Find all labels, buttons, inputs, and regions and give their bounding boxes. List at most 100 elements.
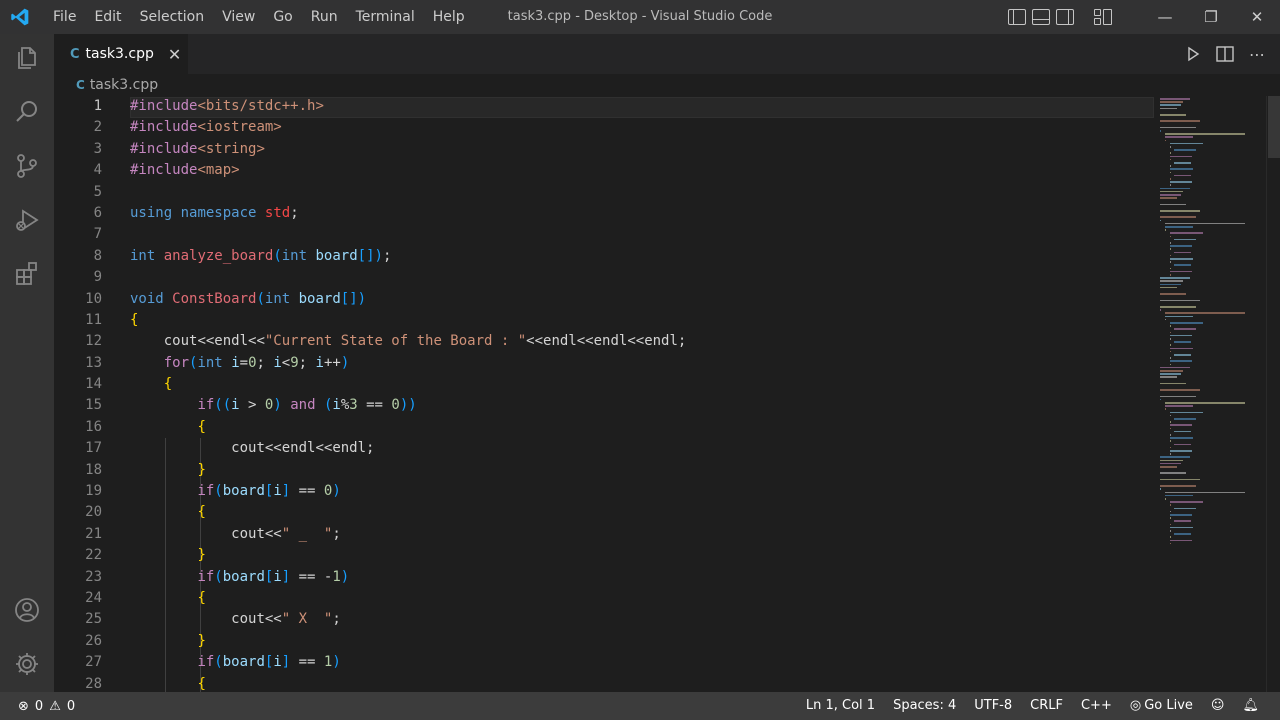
source-control-icon[interactable] (13, 152, 41, 180)
toggle-panel-icon[interactable] (1032, 9, 1050, 25)
minimap-line (1160, 210, 1201, 212)
code-line[interactable] (130, 224, 1160, 245)
code-line[interactable]: if(board[i] == -1) (130, 567, 1160, 588)
minimap-line (1160, 456, 1190, 458)
code-line[interactable]: cout<<" _ "; (130, 524, 1160, 545)
problems-indicator[interactable]: ⊗ 0 ⚠ 0 (0, 699, 75, 714)
code-line[interactable]: cout<<" X "; (130, 609, 1160, 630)
code-line[interactable]: } (130, 545, 1160, 566)
line-number: 2 (93, 119, 102, 136)
minimap-line (1160, 286, 1177, 289)
line-number: 19 (85, 483, 102, 500)
code-line[interactable]: { (130, 310, 1160, 331)
code-line[interactable]: int analyze_board(int board[]); (130, 246, 1160, 267)
vertical-scrollbar[interactable] (1266, 96, 1280, 692)
files-icon[interactable] (13, 44, 41, 72)
minimap-line (1169, 350, 1171, 353)
code-line[interactable]: } (130, 460, 1160, 481)
cpp-file-icon: C (70, 46, 80, 62)
code-line[interactable]: if((i > 0) and (i%3 == 0)) (130, 395, 1160, 416)
code-line[interactable]: { (130, 374, 1160, 395)
extensions-icon[interactable] (13, 260, 41, 288)
code-line[interactable]: } (130, 631, 1160, 652)
restore-icon[interactable]: ❐ (1188, 0, 1234, 34)
more-actions-icon[interactable]: ⋯ (1248, 45, 1266, 64)
code-line[interactable]: if(board[i] == 1) (130, 652, 1160, 673)
code-line[interactable]: { (130, 417, 1160, 438)
close-icon[interactable]: ✕ (168, 45, 181, 64)
code-line[interactable] (130, 182, 1160, 203)
code-line[interactable]: { (130, 588, 1160, 609)
cursor-position[interactable]: Ln 1, Col 1 (797, 692, 884, 720)
code-line[interactable]: { (130, 502, 1160, 523)
encoding[interactable]: UTF-8 (965, 692, 1021, 720)
menu-terminal[interactable]: Terminal (347, 0, 424, 34)
code-line[interactable]: #include<bits/stdc++.h> (130, 96, 1160, 117)
code-line[interactable] (130, 267, 1160, 288)
minimap-line (1160, 197, 1177, 199)
activity-bar (0, 34, 54, 692)
code-line[interactable]: #include<string> (130, 139, 1160, 160)
minimap-line (1164, 226, 1194, 228)
minimap-line (1164, 229, 1167, 231)
close-window-icon[interactable]: ✕ (1234, 0, 1280, 34)
code-line[interactable]: #include<iostream> (130, 117, 1160, 138)
code-line[interactable]: cout<<endl<<"Current State of the Board … (130, 331, 1160, 352)
menu-run[interactable]: Run (302, 0, 347, 34)
minimap-line (1164, 318, 1167, 321)
tab-task3-cpp[interactable]: C task3.cpp ✕ (54, 34, 188, 74)
code-line[interactable]: cout<<endl<<endl; (130, 438, 1160, 459)
minimap[interactable] (1160, 96, 1266, 692)
minimize-icon[interactable]: — (1142, 0, 1188, 34)
notifications-bell-icon[interactable]: 🔔︎ (1233, 692, 1268, 720)
minimap-line (1169, 517, 1171, 519)
line-number: 11 (85, 311, 102, 328)
customize-layout-icon[interactable] (1094, 9, 1112, 25)
minimap-line (1169, 146, 1171, 148)
end-of-line[interactable]: CRLF (1021, 692, 1072, 720)
run-file-icon[interactable] (1184, 45, 1202, 63)
split-editor-icon[interactable] (1216, 45, 1234, 63)
menu-file[interactable]: File (44, 0, 85, 34)
scrollbar-thumb[interactable] (1268, 96, 1280, 158)
language-mode[interactable]: C++ (1072, 692, 1121, 720)
search-icon[interactable] (13, 98, 41, 126)
minimap-line (1164, 139, 1167, 142)
minimap-line (1169, 530, 1171, 532)
code-line[interactable]: #include<map> (130, 160, 1160, 181)
indentation[interactable]: Spaces: 4 (884, 692, 965, 720)
minimap-line (1164, 491, 1246, 494)
minimap-line (1164, 312, 1246, 314)
code-line[interactable]: void ConstBoard(int board[]) (130, 289, 1160, 310)
minimap-line (1169, 424, 1192, 426)
toggle-primary-sidebar-icon[interactable] (1008, 9, 1026, 25)
minimap-line (1169, 450, 1192, 452)
minimap-line (1169, 267, 1171, 270)
menu-selection[interactable]: Selection (131, 0, 214, 34)
settings-gear-icon[interactable] (13, 650, 41, 678)
code-line[interactable]: using namespace std; (130, 203, 1160, 224)
minimap-line (1169, 411, 1204, 414)
menu-view[interactable]: View (213, 0, 264, 34)
minimap-line (1160, 283, 1181, 286)
minimap-line (1160, 187, 1190, 190)
menu-edit[interactable]: Edit (85, 0, 130, 34)
minimap-line (1164, 405, 1194, 407)
go-live-button[interactable]: ◎ Go Live (1121, 692, 1202, 720)
code-content[interactable]: #include<bits/stdc++.h> #include<iostream… (130, 96, 1160, 692)
menu-help[interactable]: Help (424, 0, 474, 34)
menu-go[interactable]: Go (264, 0, 301, 34)
account-icon[interactable] (13, 596, 41, 624)
minimap-line (1169, 523, 1171, 526)
minimap-line (1160, 488, 1162, 490)
code-line[interactable]: for(int i=0; i<9; i++) (130, 353, 1160, 374)
code-line[interactable]: { (130, 674, 1160, 692)
code-line[interactable]: if(board[i] == 0) (130, 481, 1160, 502)
minimap-line (1169, 344, 1171, 346)
code-editor[interactable]: 1 2 3 4 5 6 7 8 9 10 11 12 13 14 15 16 17 18 19 20 21 22 23 24 2… (54, 96, 1280, 692)
feedback-icon[interactable]: ☺ (1202, 692, 1234, 720)
minimap-line (1169, 360, 1192, 362)
toggle-secondary-sidebar-icon[interactable] (1056, 9, 1074, 25)
run-debug-icon[interactable] (13, 206, 41, 234)
breadcrumb-file[interactable]: task3.cpp (90, 77, 158, 93)
